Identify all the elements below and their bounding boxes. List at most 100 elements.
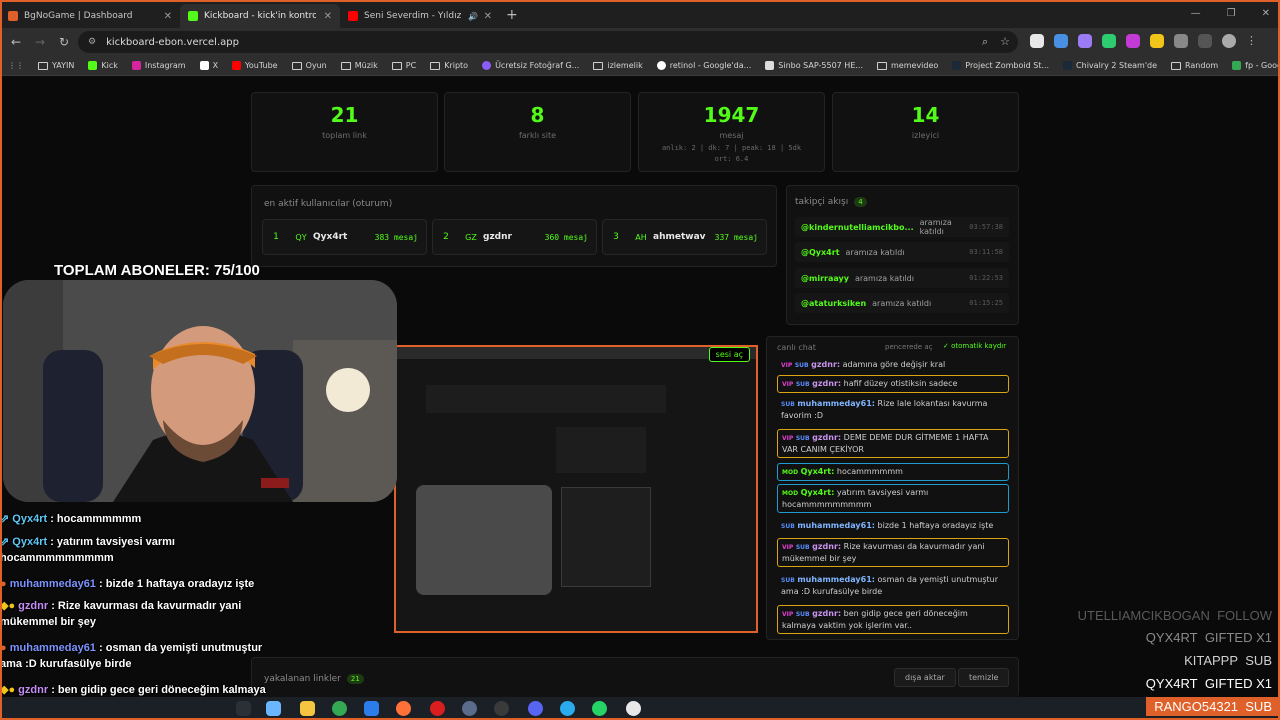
vip-badge-icon: ◆● (0, 600, 16, 612)
close-icon[interactable]: ✕ (484, 11, 492, 22)
user-name: Qyx4rt (313, 232, 348, 242)
app-icon[interactable] (462, 701, 477, 716)
alert-name: QYX4RT (1145, 630, 1198, 645)
overlay-chat-line: ● muhammeday61 : bizde 1 haftaya oradayı… (0, 576, 270, 592)
chat-message: VIP SUB gzdnr: hafif düzey otistiksin sa… (777, 375, 1009, 393)
media-icon[interactable] (1198, 34, 1212, 48)
extension-icon[interactable] (1030, 34, 1044, 48)
chat-user[interactable]: gzdnr: (812, 379, 841, 388)
chat-user[interactable]: Qyx4rt: (801, 488, 835, 497)
user-card[interactable]: 2 GZ gzdnr 360 mesaj (432, 219, 597, 255)
chat-user[interactable]: gzdnr: (812, 609, 841, 618)
bookmark-item[interactable]: fp - Google Drive (1232, 61, 1280, 70)
url-field[interactable]: ⚙ kickboard-ebon.vercel.app ⌕ ☆ (78, 31, 1018, 53)
sub-badge-icon: ● (0, 642, 7, 654)
section-title: en aktif kullanıcılar (oturum) (264, 199, 393, 209)
bookmark-item[interactable]: Kripto (430, 61, 468, 70)
bookmark-item[interactable]: X (199, 61, 218, 70)
task-view-icon[interactable] (236, 701, 251, 716)
puzzle-icon[interactable] (1174, 34, 1188, 48)
bookmark-item[interactable]: Random (1171, 61, 1218, 70)
widgets-icon[interactable] (266, 701, 281, 716)
bookmark-item[interactable]: retinol - Google'da... (656, 61, 751, 70)
file-explorer-icon[interactable] (300, 701, 315, 716)
bookmark-item[interactable]: YAYIN (38, 61, 74, 70)
maximize-icon[interactable]: ❐ (1227, 8, 1236, 19)
discord-icon[interactable] (528, 701, 543, 716)
stream-preview[interactable]: sesi aç (394, 345, 758, 633)
tab-youtube[interactable]: Seni Severdim - Yıldız Usmonov 🔊 ✕ (340, 4, 500, 28)
zoom-icon[interactable]: ⌕ (982, 35, 988, 49)
extension-icon[interactable] (1078, 34, 1092, 48)
open-window-button[interactable]: pencerede aç (885, 343, 933, 351)
browser-icon[interactable] (626, 701, 641, 716)
bookmark-label: Ücretsiz Fotoğraf G... (495, 61, 580, 70)
overlay-chat-text: : bizde 1 haftaya oradayız işte (99, 578, 255, 590)
bookmark-item[interactable]: Oyun (291, 61, 327, 70)
chat-user[interactable]: muhammeday61: (797, 521, 875, 530)
reload-icon[interactable]: ↻ (52, 35, 76, 49)
avatar[interactable] (1222, 34, 1236, 48)
google-drive-icon (1232, 61, 1242, 70)
obs-icon[interactable] (494, 701, 509, 716)
forward-icon[interactable]: → (28, 35, 52, 49)
follower-title: takipçi akışı (795, 197, 849, 207)
close-window-icon[interactable]: ✕ (1262, 8, 1270, 19)
extension-icon[interactable] (1054, 34, 1068, 48)
bookmark-label: Kick (101, 61, 118, 70)
avatar: GZ (465, 232, 477, 242)
opera-icon[interactable] (430, 701, 445, 716)
bookmark-item[interactable]: Instagram (131, 61, 186, 70)
extension-icon[interactable] (1126, 34, 1140, 48)
bookmark-item[interactable]: PC (391, 61, 416, 70)
firefox-icon[interactable] (396, 701, 411, 716)
speaker-icon[interactable]: 🔊 (468, 12, 478, 21)
chrome-icon[interactable] (332, 701, 347, 716)
bookmark-item[interactable]: Müzik (340, 61, 378, 70)
overlay-chat-line: ◆● gzdnr : Rize kavurması da kavurmadır … (0, 598, 270, 630)
alert-line: KITAPPP SUB (1184, 653, 1272, 668)
menu-icon[interactable]: ⋮ (1246, 34, 1257, 48)
bookmark-item[interactable]: YouTube (232, 61, 278, 70)
user-card[interactable]: 1 QY Qyx4rt 383 mesaj (262, 219, 427, 255)
new-tab-icon[interactable]: + (506, 7, 518, 23)
chat-user[interactable]: muhammeday61: (797, 575, 875, 584)
export-button[interactable]: dışa aktar (894, 668, 956, 687)
whatsapp-icon[interactable] (592, 701, 607, 716)
bookmark-label: Müzik (354, 61, 378, 70)
chat-user[interactable]: gzdnr: (811, 360, 840, 369)
bookmark-item[interactable]: Sinbo SAP-5507 HE... (765, 61, 863, 70)
autoscroll-toggle[interactable]: ✓ otomatik kaydır (943, 342, 1006, 350)
bookmark-star-icon[interactable]: ☆ (1000, 35, 1010, 49)
bookmark-item[interactable]: Chivalry 2 Steam'de (1063, 61, 1157, 70)
extension-icon[interactable] (1150, 34, 1164, 48)
chat-user[interactable]: gzdnr: (812, 542, 841, 551)
close-icon[interactable]: ✕ (324, 11, 332, 22)
apps-icon[interactable]: ⋮⋮ (8, 61, 24, 70)
alert-name: UTELLIAMCIKBOGAN (1077, 608, 1210, 623)
back-icon[interactable]: ← (4, 35, 28, 49)
bookmark-item[interactable]: Project Zomboid St... (952, 61, 1049, 70)
tab-kickboard[interactable]: Kickboard - kick'in kontrol paneli ✕ (180, 4, 340, 28)
bookmark-item[interactable]: Kick (88, 61, 118, 70)
chat-user[interactable]: Qyx4rt: (801, 467, 835, 476)
user-card[interactable]: 3 AH ahmetwav 337 mesaj (602, 219, 767, 255)
overlay-chat-user: gzdnr (18, 684, 49, 696)
browser-tab-bar: BgNoGame | Dashboard ✕ Kickboard - kick'… (0, 0, 1280, 28)
clear-button[interactable]: temizle (958, 668, 1010, 687)
unmute-button[interactable]: sesi aç (708, 347, 750, 362)
mail-icon[interactable] (364, 701, 379, 716)
shield-icon[interactable] (1102, 34, 1116, 48)
bookmark-item[interactable]: izlemelik (593, 61, 643, 70)
tab-dashboard[interactable]: BgNoGame | Dashboard ✕ (0, 4, 180, 28)
minimize-icon[interactable]: — (1191, 8, 1201, 19)
bookmark-item[interactable]: Ücretsiz Fotoğraf G... (482, 61, 579, 70)
chat-user[interactable]: gzdnr: (812, 433, 841, 442)
follower-time: 01:15:25 (969, 299, 1003, 307)
stat-card-sites: 8 farklı site (444, 92, 631, 172)
telegram-icon[interactable] (560, 701, 575, 716)
chat-user[interactable]: muhammeday61: (797, 399, 875, 408)
site-info-icon[interactable]: ⚙ (88, 37, 96, 47)
close-icon[interactable]: ✕ (164, 11, 172, 22)
bookmark-item[interactable]: memevideo (877, 61, 938, 70)
